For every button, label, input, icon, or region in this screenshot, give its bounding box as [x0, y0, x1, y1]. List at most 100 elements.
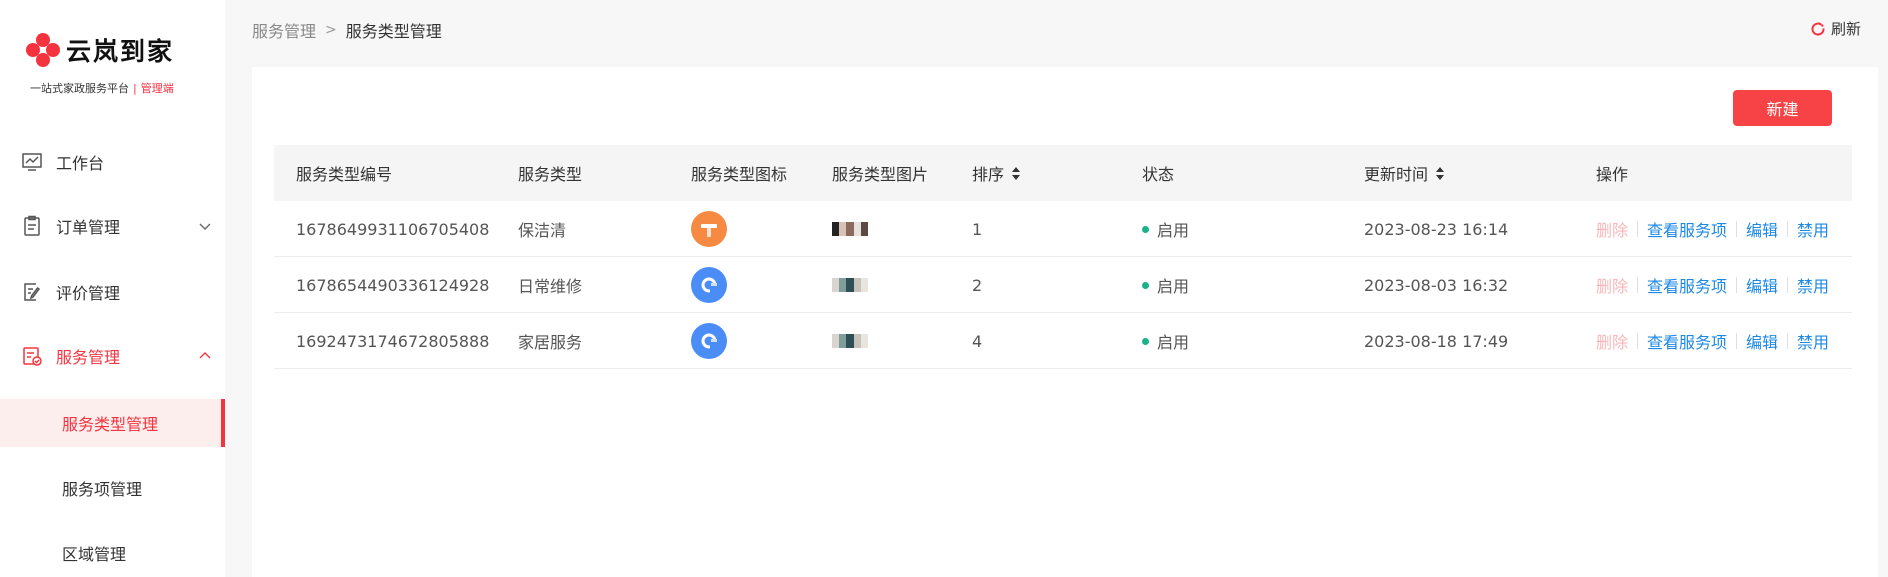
- status-dot-icon: [1142, 225, 1149, 233]
- table-row: 1678649931106705408 保洁清 1 启用 2023-08-23 …: [274, 201, 1852, 257]
- action-divider: [1736, 333, 1738, 349]
- delete-button[interactable]: 删除: [1596, 217, 1628, 241]
- service-image-thumbnail[interactable]: [832, 334, 869, 348]
- view-items-link[interactable]: 查看服务项: [1647, 329, 1727, 353]
- edit-link[interactable]: 编辑: [1746, 217, 1778, 241]
- column-header-label: 更新时间: [1364, 165, 1429, 184]
- action-divider: [1787, 221, 1789, 237]
- cell-image: [832, 257, 869, 313]
- sidebar-subitem-regions[interactable]: 区域管理: [0, 529, 225, 577]
- edit-link[interactable]: 编辑: [1746, 329, 1778, 353]
- brand-name: 云岚到家: [66, 37, 175, 66]
- edit-link[interactable]: 编辑: [1746, 273, 1778, 297]
- review-icon: [20, 280, 44, 304]
- new-button[interactable]: 新建: [1733, 90, 1832, 126]
- refresh-button[interactable]: 刷新: [1810, 18, 1861, 39]
- cell-status: 启用: [1142, 257, 1189, 313]
- sidebar-item-dashboard[interactable]: 工作台: [0, 134, 225, 190]
- chevron-down-icon: [199, 223, 211, 230]
- cell-status: 启用: [1142, 201, 1189, 257]
- disable-link[interactable]: 禁用: [1797, 217, 1829, 241]
- slogan-text: 一站式家政服务平台: [30, 82, 129, 95]
- breadcrumb: 服务管理 > 服务类型管理: [252, 18, 442, 42]
- brand-logo[interactable]: 云岚到家: [26, 32, 174, 68]
- sidebar-item-orders[interactable]: 订单管理: [0, 198, 225, 254]
- column-header-status: 状态: [1142, 165, 1175, 184]
- service-image-thumbnail[interactable]: [832, 222, 869, 236]
- sidebar-subitem-service-types[interactable]: 服务类型管理: [0, 399, 225, 447]
- delete-button[interactable]: 删除: [1596, 273, 1628, 297]
- action-divider: [1736, 221, 1738, 237]
- sidebar-subitem-label: 服务类型管理: [62, 415, 159, 434]
- sidebar-item-label: 评价管理: [56, 284, 121, 303]
- admin-label: 管理端: [140, 82, 174, 95]
- status-text: 启用: [1157, 277, 1190, 296]
- view-items-link[interactable]: 查看服务项: [1647, 217, 1727, 241]
- sidebar-item-reviews[interactable]: 评价管理: [0, 264, 225, 320]
- cell-icon: [691, 257, 727, 313]
- column-header-actions: 操作: [1596, 165, 1629, 184]
- cell-id: 1692473174672805888: [296, 331, 490, 351]
- delete-button[interactable]: 删除: [1596, 329, 1628, 353]
- cell-actions: 删除 查看服务项 编辑 禁用: [1596, 257, 1829, 313]
- cell-image: [832, 313, 869, 369]
- service-image-thumbnail[interactable]: [832, 278, 869, 292]
- sidebar-subitem-service-items[interactable]: 服务项管理: [0, 464, 225, 512]
- brand-slogan: 一站式家政服务平台 | 管理端: [30, 80, 174, 96]
- action-divider: [1637, 277, 1639, 293]
- chevron-up-icon: [199, 352, 211, 359]
- action-divider: [1787, 277, 1789, 293]
- column-header-label: 排序: [972, 165, 1005, 184]
- cell-sort: 1: [972, 219, 983, 239]
- cleaning-icon: [691, 211, 727, 247]
- cell-icon: [691, 201, 727, 257]
- slogan-separator: |: [133, 82, 137, 95]
- disable-link[interactable]: 禁用: [1797, 329, 1829, 353]
- cell-updated: 2023-08-23 16:14: [1364, 219, 1509, 239]
- cell-type: 家居服务: [518, 333, 583, 352]
- status-dot-icon: [1142, 337, 1149, 345]
- repair-icon: [691, 323, 727, 359]
- sidebar-item-services[interactable]: 服务管理: [0, 328, 225, 384]
- action-divider: [1787, 333, 1789, 349]
- column-header-updated[interactable]: 更新时间: [1364, 145, 1445, 201]
- cell-type: 日常维修: [518, 277, 583, 296]
- view-items-link[interactable]: 查看服务项: [1647, 273, 1727, 297]
- repair-icon: [691, 267, 727, 303]
- breadcrumb-item-services[interactable]: 服务管理: [252, 18, 316, 42]
- content-card: 新建 服务类型编号 服务类型 服务类型图标 服务类型图片 排序 状态 更新时间 …: [252, 67, 1878, 577]
- sidebar-item-label: 服务管理: [56, 348, 121, 367]
- sidebar-subitem-label: 服务项管理: [62, 480, 143, 499]
- refresh-label: 刷新: [1830, 20, 1861, 38]
- service-icon: [20, 344, 44, 368]
- breadcrumb-item-current: 服务类型管理: [345, 22, 442, 41]
- action-divider: [1637, 221, 1639, 237]
- disable-link[interactable]: 禁用: [1797, 273, 1829, 297]
- status-dot-icon: [1142, 281, 1149, 289]
- cell-sort: 4: [972, 331, 983, 351]
- status-text: 启用: [1157, 221, 1190, 240]
- column-header-sort[interactable]: 排序: [972, 145, 1021, 201]
- sort-toggle-icon[interactable]: [1436, 166, 1445, 180]
- sidebar-item-label: 工作台: [56, 154, 105, 173]
- sidebar: 云岚到家 一站式家政服务平台 | 管理端 工作台 订单管理 评价管理 服务管理 …: [0, 0, 225, 577]
- cell-updated: 2023-08-03 16:32: [1364, 275, 1509, 295]
- logo-icon: [26, 33, 60, 67]
- cell-actions: 删除 查看服务项 编辑 禁用: [1596, 201, 1829, 257]
- status-text: 启用: [1157, 333, 1190, 352]
- cell-id: 1678654490336124928: [296, 275, 490, 295]
- sort-toggle-icon[interactable]: [1012, 166, 1021, 180]
- table-row: 1692473174672805888 家居服务 4 启用 2023-08-18…: [274, 313, 1852, 369]
- service-type-table: 服务类型编号 服务类型 服务类型图标 服务类型图片 排序 状态 更新时间 操作 …: [274, 145, 1852, 369]
- column-header-image: 服务类型图片: [832, 165, 929, 184]
- breadcrumb-separator: >: [325, 22, 337, 38]
- action-divider: [1736, 277, 1738, 293]
- cell-icon: [691, 313, 727, 369]
- table-header: 服务类型编号 服务类型 服务类型图标 服务类型图片 排序 状态 更新时间 操作: [274, 145, 1852, 201]
- order-icon: [20, 214, 44, 238]
- sidebar-subitem-label: 区域管理: [62, 545, 127, 564]
- cell-id: 1678649931106705408: [296, 219, 490, 239]
- cell-type: 保洁清: [518, 221, 567, 240]
- table-row: 1678654490336124928 日常维修 2 启用 2023-08-03…: [274, 257, 1852, 313]
- dashboard-icon: [20, 150, 44, 174]
